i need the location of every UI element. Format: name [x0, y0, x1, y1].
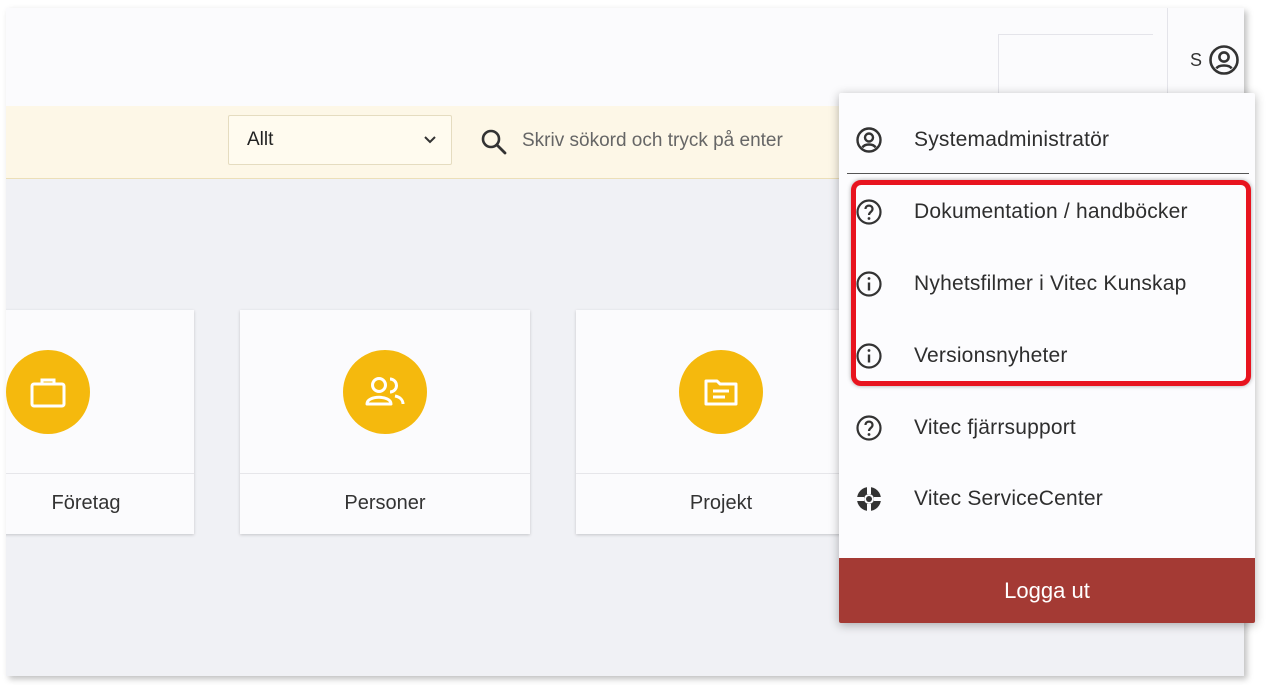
tile-separator: [6, 473, 194, 474]
tile-label: Företag: [51, 492, 121, 514]
tile-projekt[interactable]: Projekt: [576, 310, 866, 534]
logout-button[interactable]: Logga ut: [839, 558, 1255, 623]
info-circle-icon: [856, 271, 882, 297]
menu-item-label: Systemadministratör: [914, 128, 1110, 151]
help-circle-icon: [856, 199, 882, 225]
user-circle-icon: [1209, 45, 1239, 75]
tile-separator: [576, 473, 866, 474]
menu-item-servicecenter[interactable]: Vitec ServiceCenter: [839, 469, 1255, 529]
menu-item-label: Vitec fjärrsupport: [914, 416, 1076, 439]
user-initial: S: [1190, 49, 1203, 70]
tile-separator: [240, 473, 530, 474]
users-icon: [365, 377, 405, 406]
menu-item-label: Versionsnyheter: [914, 344, 1068, 367]
search-input[interactable]: [520, 122, 844, 160]
menu-item-versionsnyheter[interactable]: Versionsnyheter: [839, 326, 1255, 386]
help-circle-icon: [856, 415, 882, 441]
search-scope-select[interactable]: Allt: [228, 115, 452, 165]
search-scope-value: Allt: [247, 129, 274, 150]
tile-personer[interactable]: Personer: [240, 310, 530, 534]
tile-foretag[interactable]: Företag: [6, 310, 194, 534]
menu-item-systemadministrator[interactable]: Systemadministratör: [839, 110, 1255, 170]
top-bar-panel: [998, 34, 1153, 99]
folder-icon: [704, 379, 738, 406]
menu-item-dokumentation[interactable]: Dokumentation / handböcker: [839, 182, 1255, 242]
tile-icon-circle: [6, 350, 90, 434]
tile-icon-circle: [679, 350, 763, 434]
tile-label: Projekt: [689, 492, 753, 514]
tile-icon-circle: [343, 350, 427, 434]
info-circle-icon: [856, 343, 882, 369]
search-icon: [481, 129, 507, 155]
menu-item-label: Dokumentation / handböcker: [914, 200, 1188, 223]
menu-item-fjarrsupport[interactable]: Vitec fjärrsupport: [839, 398, 1255, 458]
briefcase-icon: [30, 378, 66, 408]
lifebuoy-icon: [857, 487, 881, 511]
chevron-down-icon: [424, 136, 436, 144]
user-circle-icon: [856, 127, 882, 153]
top-bar-divider: [1167, 8, 1168, 106]
menu-item-nyhetsfilmer[interactable]: Nyhetsfilmer i Vitec Kunskap: [839, 254, 1255, 314]
user-dropdown-menu: Systemadministratör Dokumentation / hand…: [839, 93, 1255, 623]
user-menu-button[interactable]: S: [1190, 44, 1240, 76]
menu-divider: [847, 173, 1249, 174]
menu-item-label: Vitec ServiceCenter: [914, 487, 1103, 510]
tile-label: Personer: [344, 492, 426, 514]
menu-item-label: Nyhetsfilmer i Vitec Kunskap: [914, 272, 1187, 295]
